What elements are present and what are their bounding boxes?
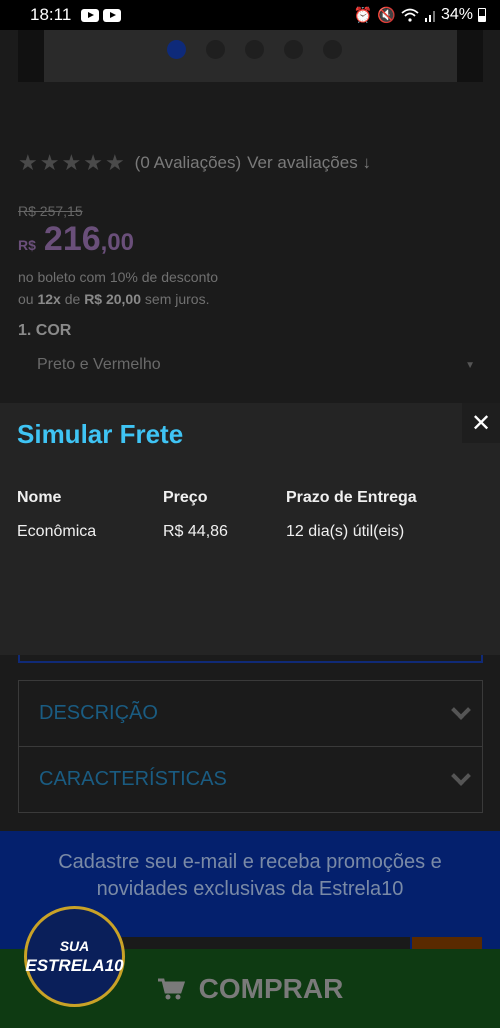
price-cents: ,00 [100,229,135,256]
column-header-price: Preço [163,489,208,506]
installments-mid: de [64,291,81,307]
carousel-dot[interactable] [284,40,303,59]
color-select[interactable]: Preto e Vermelho ▼ [18,346,483,384]
accordion-characteristics[interactable]: CARACTERÍSTICAS [18,746,483,813]
star-icon: ★ [39,150,60,175]
carousel-dot[interactable] [167,40,186,59]
carousel-dot[interactable] [323,40,342,59]
installments-prefix: ou [18,291,34,307]
modal-title: Simular Frete [17,419,184,449]
price-currency: R$ [18,237,36,253]
chevron-down-icon [451,765,471,786]
battery-percent: 34% [440,6,473,23]
carousel-frame-right [457,30,483,82]
mute-icon: 🔇 [377,7,396,24]
status-bar: 18:11 ⏰ 🔇 34% [0,0,500,30]
accordion-description[interactable]: DESCRIÇÃO [18,680,483,747]
newsletter-line-2: novidades exclusivas da Estrela10 [96,878,404,900]
cart-icon [157,978,185,999]
table-row: Econômica R$ 44,86 12 dia(s) útil(eis) [17,515,486,549]
star-icon: ★ [18,150,38,175]
dropdown-caret-icon: ▼ [465,359,475,371]
color-selected-value: Preto e Vermelho [37,356,161,373]
carousel-dots [167,40,342,59]
shipping-deadline: 12 dia(s) útil(eis) [286,523,405,540]
shipping-name: Econômica [17,523,97,540]
badge-top-text: SUA [59,937,90,954]
installments-info: ou 12x de R$ 20,00 sem juros. [18,288,218,310]
carousel-dot[interactable] [245,40,264,59]
old-price: R$ 257,15 [18,203,83,219]
alarm-icon: ⏰ [353,7,373,24]
color-label: 1. COR [18,322,72,339]
carousel-dot[interactable] [206,40,225,59]
view-reviews-label: Ver avaliações [247,153,358,172]
column-header-name: Nome [17,489,62,506]
signal-icon [424,11,435,22]
rating-stars: ★ ★ ★ ★ ★ [18,152,125,174]
boleto-discount: no boleto com 10% de desconto [18,269,219,285]
table-header: Nome Preço Prazo de Entrega [17,481,486,515]
buy-button-label: COMPRAR [198,972,344,1004]
newsletter-line-1: Cadastre seu e-mail e receba promoções e [58,851,442,873]
accordion-label: CARACTERÍSTICAS [39,768,227,790]
current-price: R$ 216 ,00 [18,220,134,259]
product-rating: ★ ★ ★ ★ ★ (0 Avaliações) Ver avaliações … [18,152,371,174]
installments-suffix: sem juros. [144,291,210,307]
estrela10-badge-logo[interactable]: SUA ESTRELA10 [24,906,125,1007]
payment-info: no boleto com 10% de desconto ou 12x de … [18,266,218,310]
shipping-price: R$ 44,86 [163,523,228,540]
installments-value: R$ 20,00 [84,291,142,307]
battery-icon [478,8,486,22]
view-reviews-link[interactable]: Ver avaliações ↓ [247,153,371,173]
price-integer: 216 [43,220,101,258]
accordion-label: DESCRIÇÃO [39,702,158,724]
close-button[interactable]: ✕ [462,403,500,443]
newsletter-submit-button[interactable] [412,937,482,949]
arrow-down-icon: ↓ [362,153,371,172]
newsletter-text: Cadastre seu e-mail e receba promoções e… [0,849,500,903]
product-image-carousel[interactable] [18,30,483,82]
shipping-simulation-modal: Simular Frete ✕ Nome Preço Prazo de Entr… [0,403,500,655]
shipping-table: Nome Preço Prazo de Entrega Econômica R$… [17,481,486,549]
column-header-deadline: Prazo de Entrega [286,489,417,506]
youtube-notification-icon [103,8,122,22]
rating-count: (0 Avaliações) [134,153,242,172]
shipping-input-edge [18,655,483,663]
youtube-notification-icon [81,8,100,22]
star-icon: ★ [61,150,82,175]
status-time: 18:11 [30,5,72,24]
chevron-down-icon [451,699,471,720]
close-icon: ✕ [470,409,492,437]
badge-bottom-text: ESTRELA10 [25,955,124,975]
product-accordion: DESCRIÇÃO CARACTERÍSTICAS [18,680,483,813]
wifi-icon [401,8,419,22]
newsletter-email-input[interactable] [90,937,410,949]
star-icon: ★ [104,150,125,175]
star-icon: ★ [83,150,103,175]
carousel-frame-left [18,30,44,82]
installments-count: 12x [37,291,61,307]
